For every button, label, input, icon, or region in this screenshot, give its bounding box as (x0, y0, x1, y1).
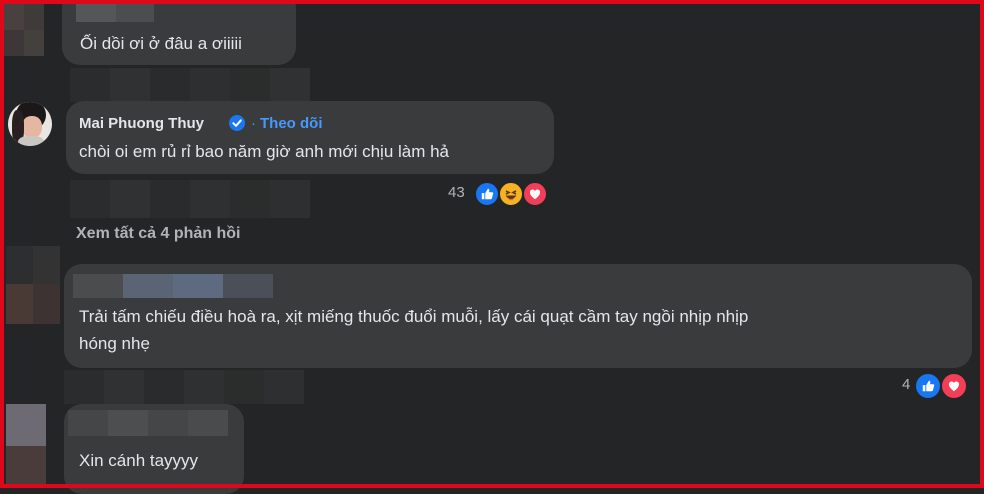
follow-separator: · (251, 115, 256, 132)
reaction-count: 43 (448, 184, 465, 201)
comment-actions-blurred[interactable] (70, 68, 310, 102)
avatar-blurred[interactable] (6, 404, 46, 488)
author-name-blurred[interactable] (73, 274, 273, 298)
comment-text: Ối dồi ơi ở đâu a ơiiiii (80, 34, 242, 53)
comment-bubble: Trải tấm chiếu điều hoà ra, xịt miếng th… (64, 264, 972, 368)
avatar-blurred[interactable] (6, 246, 60, 324)
author-name-blurred[interactable] (68, 410, 228, 436)
comment-bubble: Ối dồi ơi ở đâu a ơiiiii (62, 0, 296, 65)
comment-text: Xin cánh tayyyy (79, 451, 199, 470)
like-icon (474, 181, 500, 207)
author-name[interactable]: Mai Phuong Thuy (79, 115, 204, 132)
comment-text-line-1: Trải tấm chiếu điều hoà ra, xịt miếng th… (79, 307, 749, 326)
comment-text: chòi oi em rủ rỉ bao năm giờ anh mới chị… (79, 142, 450, 161)
verified-badge-icon (229, 115, 245, 131)
avatar-blurred[interactable] (4, 4, 44, 56)
view-all-replies-link[interactable]: Xem tất cả 4 phản hồi (76, 225, 240, 243)
haha-icon (498, 181, 524, 207)
author-name-blurred[interactable] (76, 4, 154, 22)
love-icon (940, 372, 968, 400)
follow-link[interactable]: Theo dõi (260, 115, 323, 132)
avatar-mai-phuong-thuy[interactable] (8, 102, 52, 146)
reaction-count: 4 (902, 376, 911, 393)
comment-text-line-2: hóng nhẹ (79, 334, 150, 353)
comment-actions-blurred[interactable] (70, 180, 310, 218)
reaction-summary[interactable]: 4 (902, 372, 972, 400)
comment-actions-blurred[interactable] (64, 370, 304, 404)
reaction-summary[interactable]: 43 (448, 180, 552, 207)
love-icon (522, 181, 548, 207)
comment-bubble: Xin cánh tayyyy (64, 404, 244, 494)
like-icon (914, 372, 942, 400)
comment-bubble: Mai Phuong Thuy · Theo dõi chòi oi em rủ… (66, 101, 554, 174)
